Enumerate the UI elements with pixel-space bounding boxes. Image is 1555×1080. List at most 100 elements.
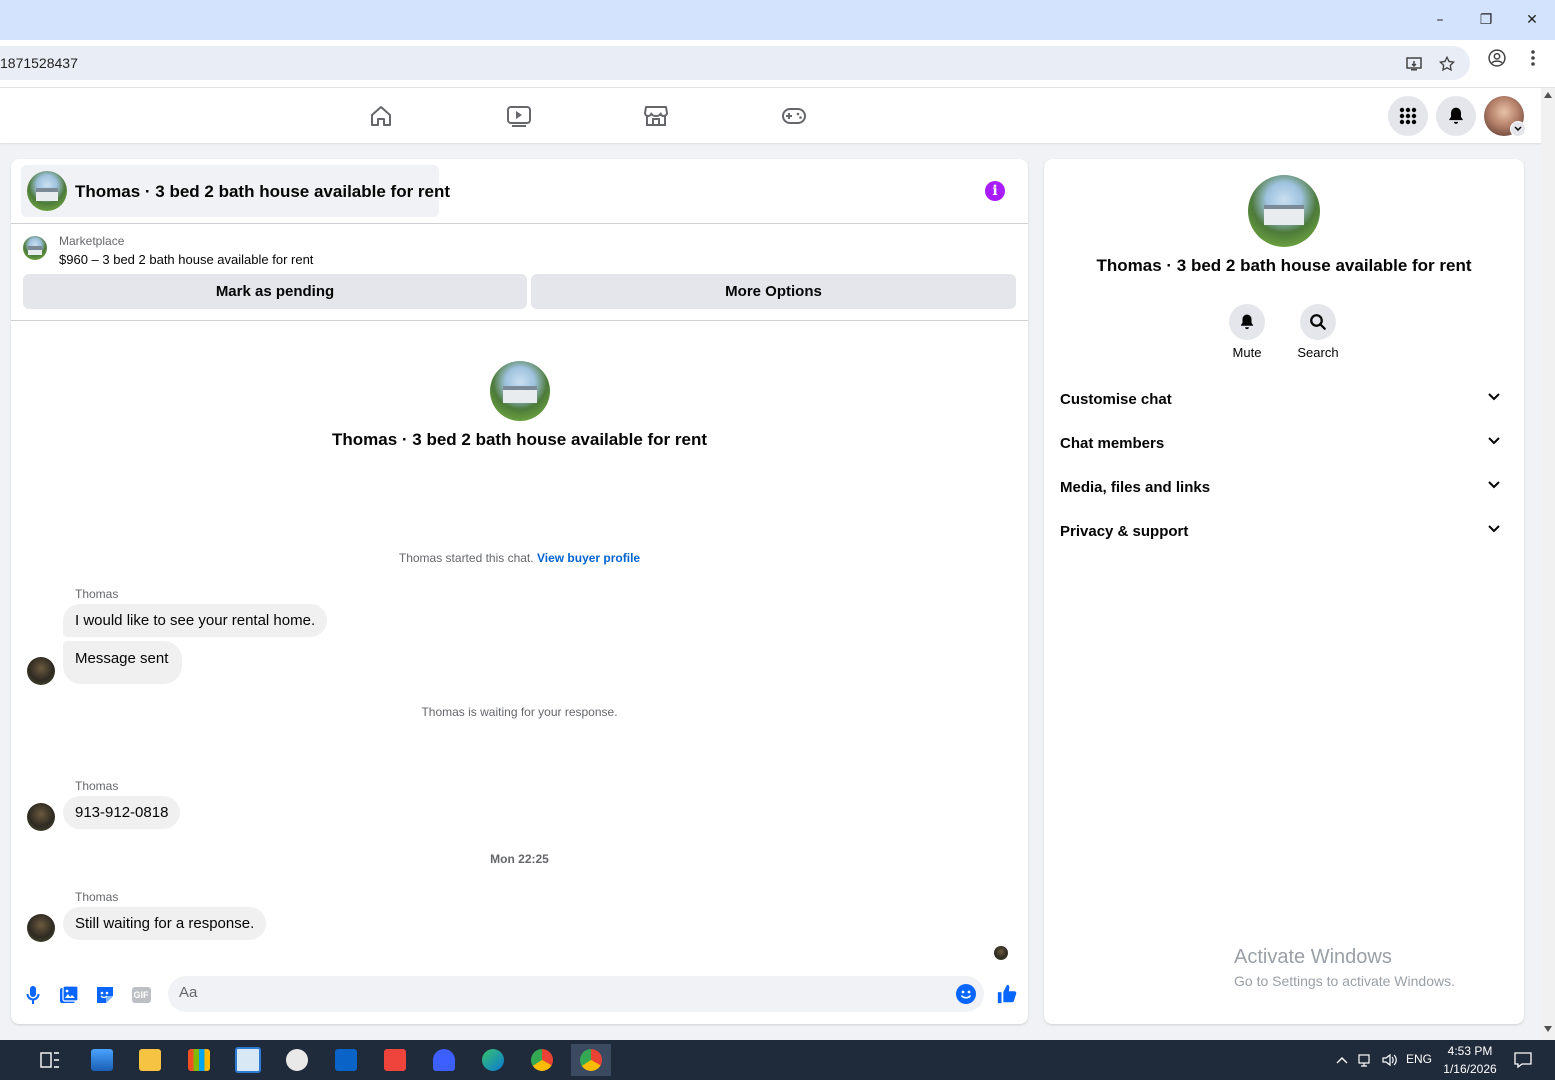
minimize-icon[interactable]: –	[1417, 0, 1463, 40]
store-icon[interactable]	[179, 1044, 219, 1076]
install-app-icon[interactable]	[1402, 52, 1426, 76]
view-buyer-profile-link[interactable]: View buyer profile	[537, 551, 640, 565]
sender-avatar[interactable]	[27, 914, 55, 942]
language-indicator[interactable]: ENG	[1404, 1052, 1434, 1066]
chat-started-notice: Thomas started this chat. View buyer pro…	[11, 551, 1028, 565]
listing-title[interactable]: $960 – 3 bed 2 bath house available for …	[59, 252, 313, 267]
microphone-icon[interactable]	[23, 985, 43, 1005]
restore-icon[interactable]: ❐	[1463, 0, 1509, 40]
gif-icon[interactable]: GIF	[131, 985, 151, 1005]
read-receipt-avatar	[994, 946, 1008, 960]
sender-avatar[interactable]	[27, 657, 55, 685]
browser-toolbar: 1871528437	[0, 40, 1555, 88]
conversation-avatar	[490, 361, 550, 421]
message-composer[interactable]: Aa	[168, 976, 984, 1012]
search-button[interactable]	[1300, 304, 1336, 340]
scroll-down-icon[interactable]	[1544, 1026, 1552, 1032]
message-sender: Thomas	[75, 587, 119, 601]
gaming-icon[interactable]	[780, 102, 808, 130]
volume-icon[interactable]	[1378, 1044, 1402, 1076]
sender-avatar[interactable]	[27, 803, 55, 831]
message-sender: Thomas	[75, 890, 119, 904]
privacy-support-section[interactable]: Privacy & support	[1060, 523, 1508, 547]
anydesk-icon[interactable]	[375, 1044, 415, 1076]
search-icon	[1310, 314, 1326, 330]
search-label: Search	[1297, 345, 1339, 360]
chat-started-text: Thomas started this chat.	[398, 551, 534, 565]
url-text[interactable]: 1871528437	[0, 55, 78, 71]
clock-date[interactable]: 1/16/2026	[1436, 1062, 1504, 1076]
menu-grid-icon[interactable]	[1388, 96, 1428, 136]
listing-divider	[11, 320, 1028, 321]
scroll-up-icon[interactable]	[1544, 92, 1552, 98]
gif-label: GIF	[131, 987, 151, 1003]
video-icon[interactable]	[505, 102, 533, 130]
message-bubble[interactable]: 913-912-0818	[63, 796, 181, 829]
photos-icon[interactable]	[228, 1044, 268, 1076]
profile-icon[interactable]	[1485, 46, 1509, 70]
close-icon[interactable]: ✕	[1509, 0, 1555, 40]
message-input[interactable]: Aa	[179, 984, 197, 1001]
chat-header[interactable]: Thomas · 3 bed 2 bath house available fo…	[21, 165, 450, 217]
chrome-active-icon[interactable]	[571, 1044, 611, 1076]
home-icon[interactable]	[367, 102, 395, 130]
chevron-down-icon	[1488, 525, 1500, 533]
chat-panel: Thomas · 3 bed 2 bath house available fo…	[11, 159, 1028, 1024]
computer-settings-icon[interactable]	[82, 1044, 122, 1076]
chat-details-panel: Thomas · 3 bed 2 bath house available fo…	[1044, 159, 1524, 1024]
bookmark-star-icon[interactable]	[1435, 52, 1459, 76]
paint-icon[interactable]	[277, 1044, 317, 1076]
watermark-line2: Go to Settings to activate Windows.	[1234, 973, 1455, 989]
customise-chat-section[interactable]: Customise chat	[1060, 391, 1508, 415]
browser-menu-icon[interactable]	[1521, 46, 1545, 70]
network-icon[interactable]	[1354, 1044, 1378, 1076]
tray-chevron-up-icon[interactable]	[1330, 1044, 1354, 1076]
like-thumb-icon[interactable]	[995, 982, 1019, 1006]
section-label: Customise chat	[1060, 391, 1172, 408]
mail-icon[interactable]	[326, 1044, 366, 1076]
chevron-down-icon	[1488, 481, 1500, 489]
media-files-links-section[interactable]: Media, files and links	[1060, 479, 1508, 503]
message-timestamp: Mon 22:25	[490, 852, 549, 866]
mark-as-pending-button[interactable]: Mark as pending	[23, 274, 527, 309]
page-scrollbar[interactable]	[1541, 88, 1555, 1040]
mute-button[interactable]	[1229, 304, 1265, 340]
info-icon[interactable]: i	[985, 181, 1005, 201]
window-title-bar: – ❐ ✕	[0, 0, 1555, 40]
activate-windows-watermark: Activate Windows Go to Settings to activ…	[1234, 946, 1455, 989]
conversation-title: Thomas · 3 bed 2 bath house available fo…	[331, 430, 708, 449]
section-label: Media, files and links	[1060, 479, 1211, 496]
header-divider	[11, 223, 1028, 224]
photo-icon[interactable]	[59, 985, 79, 1005]
waiting-notice: Thomas is waiting for your response.	[421, 705, 618, 719]
notification-center-icon[interactable]	[1505, 1044, 1541, 1076]
chat-header-title: Thomas · 3 bed 2 bath house available fo…	[75, 182, 451, 201]
details-title: Thomas · 3 bed 2 bath house available fo…	[1096, 256, 1472, 275]
account-chevron-icon[interactable]	[1510, 121, 1526, 137]
marketplace-icon[interactable]	[642, 102, 670, 130]
sticker-icon[interactable]	[95, 985, 115, 1005]
message-sender: Thomas	[75, 779, 119, 793]
task-view-icon[interactable]	[30, 1044, 70, 1076]
message-bubble[interactable]: Still waiting for a response.	[63, 907, 267, 940]
chrome-icon[interactable]	[522, 1044, 562, 1076]
chat-members-section[interactable]: Chat members	[1060, 435, 1508, 459]
file-explorer-icon[interactable]	[130, 1044, 170, 1076]
edge-icon[interactable]	[473, 1044, 513, 1076]
more-options-button[interactable]: More Options	[531, 274, 1016, 309]
chevron-down-icon	[1488, 437, 1500, 445]
section-label: Privacy & support	[1060, 523, 1189, 540]
address-bar[interactable]: 1871528437	[0, 46, 1470, 80]
listing-thumbnail	[27, 171, 67, 211]
message-bubble[interactable]: I would like to see your rental home.	[63, 604, 328, 637]
message-bubble[interactable]: Message sent	[63, 641, 183, 684]
clock-time[interactable]: 4:53 PM	[1436, 1044, 1504, 1058]
facebook-top-nav	[0, 88, 1541, 143]
mute-label: Mute	[1232, 345, 1262, 360]
details-avatar	[1248, 175, 1320, 247]
emoji-icon[interactable]	[956, 984, 976, 1004]
nordvpn-icon[interactable]	[424, 1044, 464, 1076]
chevron-down-icon	[1488, 393, 1500, 401]
notifications-bell-icon[interactable]	[1436, 96, 1476, 136]
mute-bell-icon	[1241, 314, 1253, 330]
